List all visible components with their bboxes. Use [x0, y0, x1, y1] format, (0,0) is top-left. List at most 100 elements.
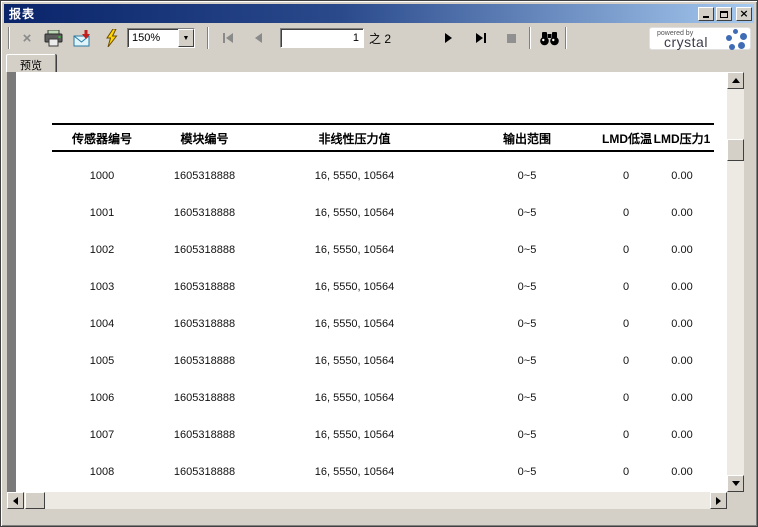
table-cell: 0~5: [452, 466, 602, 478]
table-row: 1006160531888816, 5550, 105640~500.00: [52, 379, 714, 416]
table-cell: 0: [602, 392, 650, 404]
tab-preview[interactable]: 预览: [6, 54, 56, 72]
chevron-down-icon[interactable]: ▼: [178, 29, 194, 47]
search-button[interactable]: [536, 26, 563, 50]
scroll-up-button[interactable]: [727, 72, 744, 89]
zoom-select[interactable]: 150% ▼: [127, 28, 195, 48]
table-cell: 0~5: [452, 429, 602, 441]
table-cell: 16, 5550, 10564: [257, 281, 452, 293]
arrow-right-icon: [716, 497, 721, 505]
table-cell: 0~5: [452, 392, 602, 404]
close-icon: ×: [739, 8, 748, 20]
scroll-left-button[interactable]: [7, 492, 24, 509]
table-cell: 16, 5550, 10564: [257, 429, 452, 441]
table-cell: 16, 5550, 10564: [257, 392, 452, 404]
crystal-dots-icon: [726, 29, 747, 50]
toolbar-separator: [207, 27, 209, 49]
table-cell: 1005: [52, 355, 152, 367]
next-page-button[interactable]: [437, 26, 461, 50]
table-row: 1002160531888816, 5550, 105640~500.00: [52, 231, 714, 268]
table-cell: 0~5: [452, 170, 602, 182]
print-button[interactable]: [41, 26, 67, 50]
table-cell: 16, 5550, 10564: [257, 244, 452, 256]
first-page-button[interactable]: [216, 26, 240, 50]
refresh-button[interactable]: [99, 26, 123, 50]
last-page-button[interactable]: [469, 26, 493, 50]
minimize-button[interactable]: [698, 7, 714, 21]
tab-bar: 预览: [4, 53, 754, 72]
cancel-button[interactable]: ×: [15, 26, 39, 50]
table-cell: 1605318888: [152, 207, 257, 219]
page-number-input[interactable]: [280, 28, 364, 48]
column-header: LMD低温: [602, 130, 650, 147]
table-body: 1000160531888816, 5550, 105640~500.00100…: [52, 157, 714, 490]
table-cell: 0: [602, 207, 650, 219]
table-row: 1008160531888816, 5550, 105640~500.00: [52, 453, 714, 490]
column-header: 输出范围: [452, 130, 602, 147]
table-cell: 0: [602, 170, 650, 182]
column-header: LMD压力1: [650, 130, 714, 147]
table-cell: 1605318888: [152, 281, 257, 293]
first-page-icon: [222, 32, 235, 44]
table-cell: 1605318888: [152, 466, 257, 478]
binoculars-icon: [539, 31, 560, 46]
table-cell: 0.00: [650, 392, 714, 404]
last-page-icon: [475, 32, 488, 44]
table-cell: 1000: [52, 170, 152, 182]
horizontal-scroll-thumb[interactable]: [25, 492, 45, 509]
table-cell: 0~5: [452, 318, 602, 330]
table-cell: 1008: [52, 466, 152, 478]
table-cell: 1605318888: [152, 355, 257, 367]
table-row: 1000160531888816, 5550, 105640~500.00: [52, 157, 714, 194]
table-cell: 0~5: [452, 355, 602, 367]
scroll-right-button[interactable]: [710, 492, 727, 509]
scroll-down-button[interactable]: [727, 475, 744, 492]
maximize-button[interactable]: [716, 7, 732, 21]
stop-loading-button[interactable]: [499, 26, 523, 50]
table-cell: 0.00: [650, 429, 714, 441]
column-header: 非线性压力值: [257, 130, 452, 147]
table-cell: 0: [602, 429, 650, 441]
horizontal-scrollbar[interactable]: [7, 492, 727, 509]
minimize-icon: [703, 16, 709, 18]
close-button[interactable]: ×: [736, 7, 752, 21]
zoom-value: 150%: [128, 29, 178, 47]
previous-page-button[interactable]: [246, 26, 270, 50]
toolbar-separator: [8, 27, 10, 49]
table-cell: 0: [602, 318, 650, 330]
arrow-left-icon: [13, 497, 18, 505]
table-cell: 0~5: [452, 281, 602, 293]
lightning-icon: [104, 29, 119, 47]
arrow-down-icon: [732, 481, 740, 486]
column-header: 传感器编号: [52, 130, 152, 147]
arrow-up-icon: [732, 78, 740, 83]
vertical-scrollbar[interactable]: [727, 72, 744, 492]
scrollbar-corner: [727, 492, 744, 509]
table-cell: 0.00: [650, 466, 714, 478]
table-cell: 1605318888: [152, 318, 257, 330]
window-controls: ×: [698, 7, 752, 21]
table-cell: 1605318888: [152, 429, 257, 441]
table-cell: 16, 5550, 10564: [257, 170, 452, 182]
table-cell: 0.00: [650, 355, 714, 367]
table-cell: 16, 5550, 10564: [257, 318, 452, 330]
table-cell: 0~5: [452, 207, 602, 219]
table-cell: 1605318888: [152, 392, 257, 404]
window-title: 报表: [9, 5, 698, 22]
export-button[interactable]: [70, 26, 96, 50]
cancel-icon: ×: [23, 31, 32, 46]
table-cell: 1003: [52, 281, 152, 293]
report-page: 传感器编号模块编号非线性压力值输出范围LMD低温LMD压力1 1000 16053…: [16, 72, 727, 492]
toolbar-separator: [529, 27, 531, 49]
column-header: 模块编号: [152, 130, 257, 147]
report-viewport: 传感器编号模块编号非线性压力值输出范围LMD低温LMD压力1 1000 16053…: [7, 72, 727, 492]
table-cell: 1605318888: [152, 244, 257, 256]
table-row: 1003160531888816, 5550, 105640~500.00: [52, 268, 714, 305]
table-cell: 0: [602, 281, 650, 293]
crystal-brand-label: crystal: [664, 34, 708, 50]
vertical-scroll-thumb[interactable]: [727, 139, 744, 161]
table-cell: 1006: [52, 392, 152, 404]
titlebar[interactable]: 报表 ×: [4, 4, 754, 23]
next-page-icon: [444, 32, 454, 44]
crystal-logo: powered by crystal: [649, 27, 751, 50]
